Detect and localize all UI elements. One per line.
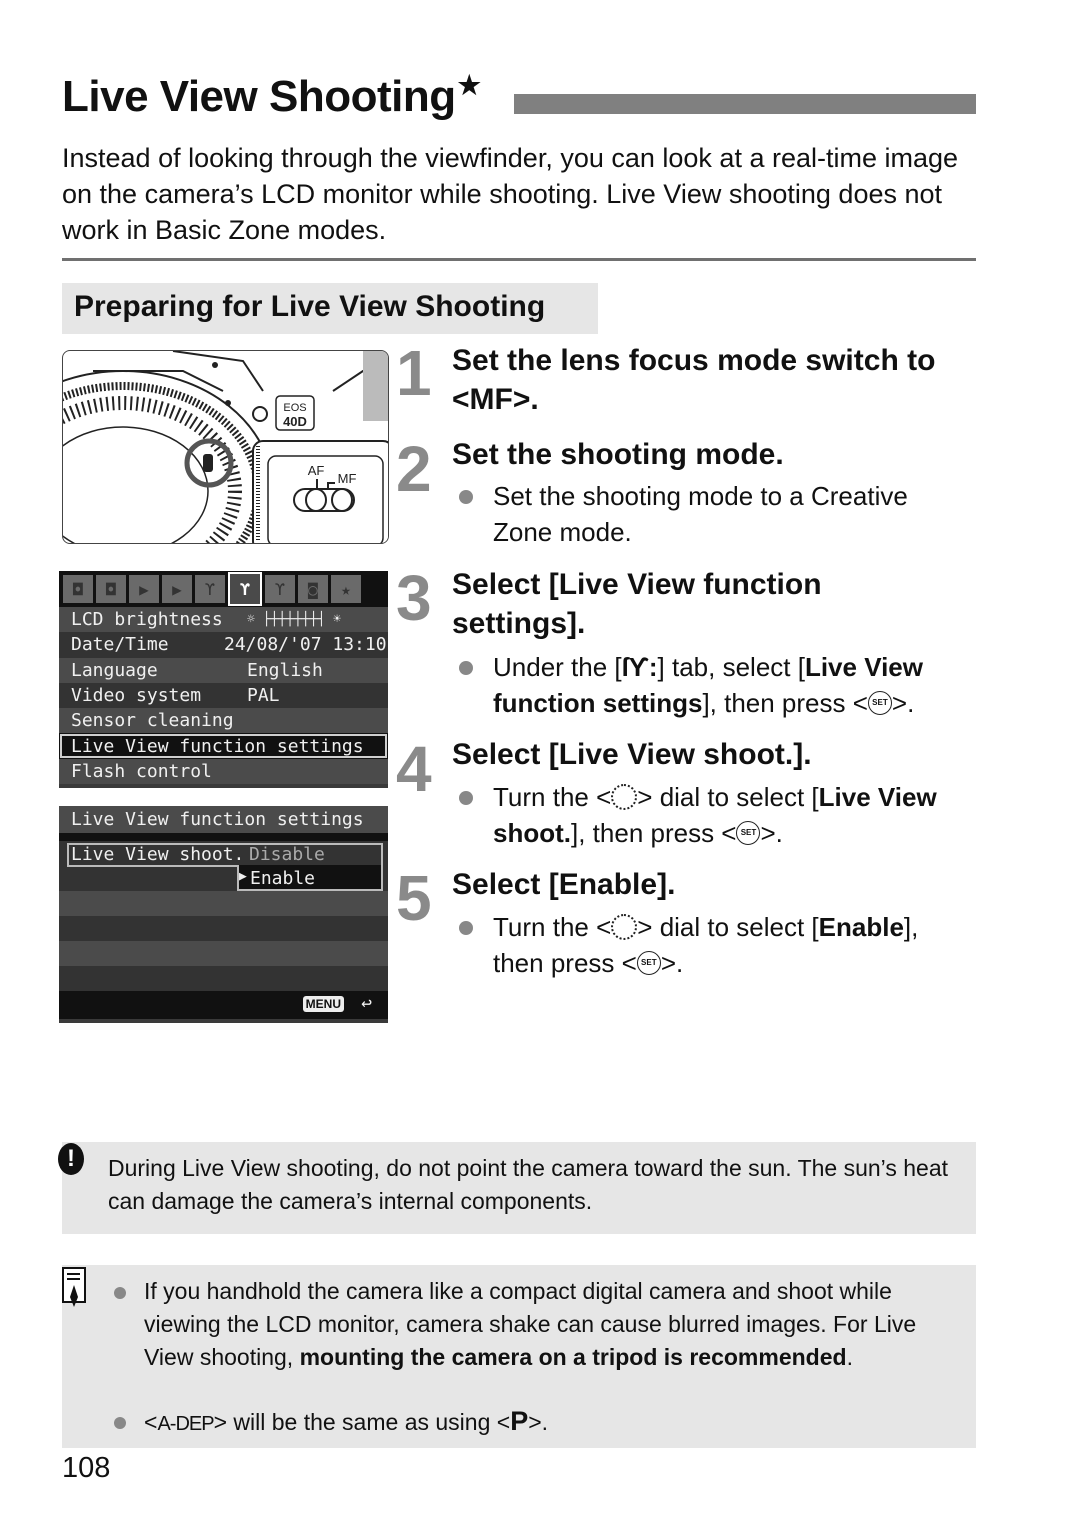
quick-control-dial-icon xyxy=(611,914,638,941)
mf-label: MF xyxy=(338,471,357,486)
menu-tabs: ◘ ◘ ▶ ▶ ϒ ϒ ϒ ◙ ★ xyxy=(59,571,388,607)
bullet-icon xyxy=(459,490,473,504)
memo-bullet-1: If you handhold the camera like a compac… xyxy=(144,1278,917,1370)
set-button-icon: SET xyxy=(736,821,761,846)
section-heading: Preparing for Live View Shooting xyxy=(62,283,598,334)
intro-paragraph: Instead of looking through the viewfinde… xyxy=(62,143,959,245)
page-title-text: Live View Shooting xyxy=(62,72,456,121)
menu-row-live-view-settings[interactable]: Live View function settings xyxy=(59,733,388,759)
back-icon: ↩ xyxy=(361,993,372,1014)
title-decoration-bar xyxy=(514,94,976,114)
menu-row-lcd-brightness[interactable]: LCD brightness ☼ ├┼┼┼┼┼┼┤ ☀ xyxy=(59,607,388,633)
step-5-bullet: Turn the < > dial to select [Enable], then… xyxy=(493,912,919,978)
tab-play1[interactable]: ▶ xyxy=(129,575,159,603)
live-view-shoot-setting: Live View shoot. Disable ▶ Enable xyxy=(59,841,388,891)
submenu-title: Live View function settings xyxy=(59,806,388,833)
memo-bullet-2: <A-DEP> will be the same as using <P>. xyxy=(144,1406,549,1436)
brightness-slider[interactable]: ☼ ├┼┼┼┼┼┼┤ ☀ xyxy=(247,612,341,627)
tab-setup3[interactable]: ϒ xyxy=(265,575,295,603)
lcd-live-view-submenu: Live View function settings Live View sh… xyxy=(59,806,388,1023)
setup-tab-icon: ſϒ: xyxy=(621,652,658,682)
step-number-4: 4 xyxy=(396,733,432,805)
step-number-5: 5 xyxy=(396,862,432,934)
camera-drawing: EOS 40D AF MF xyxy=(63,351,388,543)
caution-text: During Live View shooting, do not point … xyxy=(108,1155,949,1214)
step-title-4: Select [Live View shoot.]. xyxy=(452,738,812,771)
menu-row-sensor-cleaning[interactable]: Sensor cleaning xyxy=(59,708,388,734)
option-enable[interactable]: Enable xyxy=(250,868,315,889)
step-number-3: 3 xyxy=(396,562,432,634)
tab-custom[interactable]: ◙ xyxy=(298,575,328,603)
menu-row-language[interactable]: Language English xyxy=(59,657,388,683)
tab-play2[interactable]: ▶ xyxy=(162,575,192,603)
step-3-bullet: Under the [ſϒ:] tab, select [Live View f… xyxy=(493,652,923,718)
step-number-2: 2 xyxy=(396,433,432,505)
svg-text:EOS: EOS xyxy=(283,402,306,414)
step-title-5: Select [Enable]. xyxy=(452,868,676,901)
option-disable[interactable]: Disable xyxy=(249,844,325,865)
page-number: 108 xyxy=(62,1452,111,1484)
bullet-icon xyxy=(459,921,473,935)
bullet-icon xyxy=(114,1287,126,1299)
menu-row-flash-control[interactable]: Flash control xyxy=(59,758,388,785)
caution-icon: ! xyxy=(58,1143,84,1175)
lcd-setup-menu: ◘ ◘ ▶ ▶ ϒ ϒ ϒ ◙ ★ LCD brightness ☼ ├┼┼┼┼┼… xyxy=(59,571,388,788)
step-2-bullet: Set the shooting mode to a Creative Zone… xyxy=(493,481,908,547)
caution-note: ! During Live View shooting, do not poin… xyxy=(58,1142,976,1234)
bullet-icon xyxy=(114,1417,126,1429)
bullet-icon xyxy=(459,661,473,675)
p-mode-icon: P xyxy=(510,1406,529,1436)
camera-lens-illustration: EOS 40D AF MF xyxy=(62,350,389,544)
step-title-3: Select [Live View function settings]. xyxy=(452,568,822,640)
star-icon: ★ xyxy=(457,70,481,100)
step-title-1: Set the lens focus mode switch to <MF>. xyxy=(452,344,936,416)
tab-shoot2[interactable]: ◘ xyxy=(96,575,126,603)
set-button-icon: SET xyxy=(867,691,892,716)
step-title-2: Set the shooting mode. xyxy=(452,438,784,471)
quick-control-dial-icon xyxy=(611,784,638,811)
tab-mymenu[interactable]: ★ xyxy=(331,575,361,603)
memo-icon xyxy=(62,1267,86,1307)
a-dep-mode-icon: A-DEP xyxy=(157,1413,214,1435)
tab-setup2[interactable]: ϒ xyxy=(228,572,262,606)
step-4-bullet: Turn the < > dial to select [Live View sh… xyxy=(493,782,937,848)
tab-setup1[interactable]: ϒ xyxy=(195,575,225,603)
svg-text:40D: 40D xyxy=(283,414,307,429)
tab-shoot1[interactable]: ◘ xyxy=(63,575,93,603)
menu-row-video-system[interactable]: Video system PAL xyxy=(59,682,388,709)
af-label: AF xyxy=(308,463,325,478)
set-button-icon: SET xyxy=(636,951,661,976)
eos-badge: EOS 40D xyxy=(275,395,315,431)
bullet-icon xyxy=(459,791,473,805)
step-number-1: 1 xyxy=(396,337,432,409)
menu-button[interactable]: MENU xyxy=(302,996,344,1012)
section-heading-text: Preparing for Live View Shooting xyxy=(74,290,546,323)
memo-note: If you handhold the camera like a compac… xyxy=(62,1265,976,1448)
menu-row-date-time[interactable]: Date/Time 24/08/'07 13:10 xyxy=(59,632,388,658)
divider xyxy=(62,258,976,261)
selection-marker-icon: ▶ xyxy=(239,869,247,884)
live-view-shoot-label: Live View shoot. xyxy=(71,844,245,865)
page-title: Live View Shooting★ xyxy=(62,70,481,122)
